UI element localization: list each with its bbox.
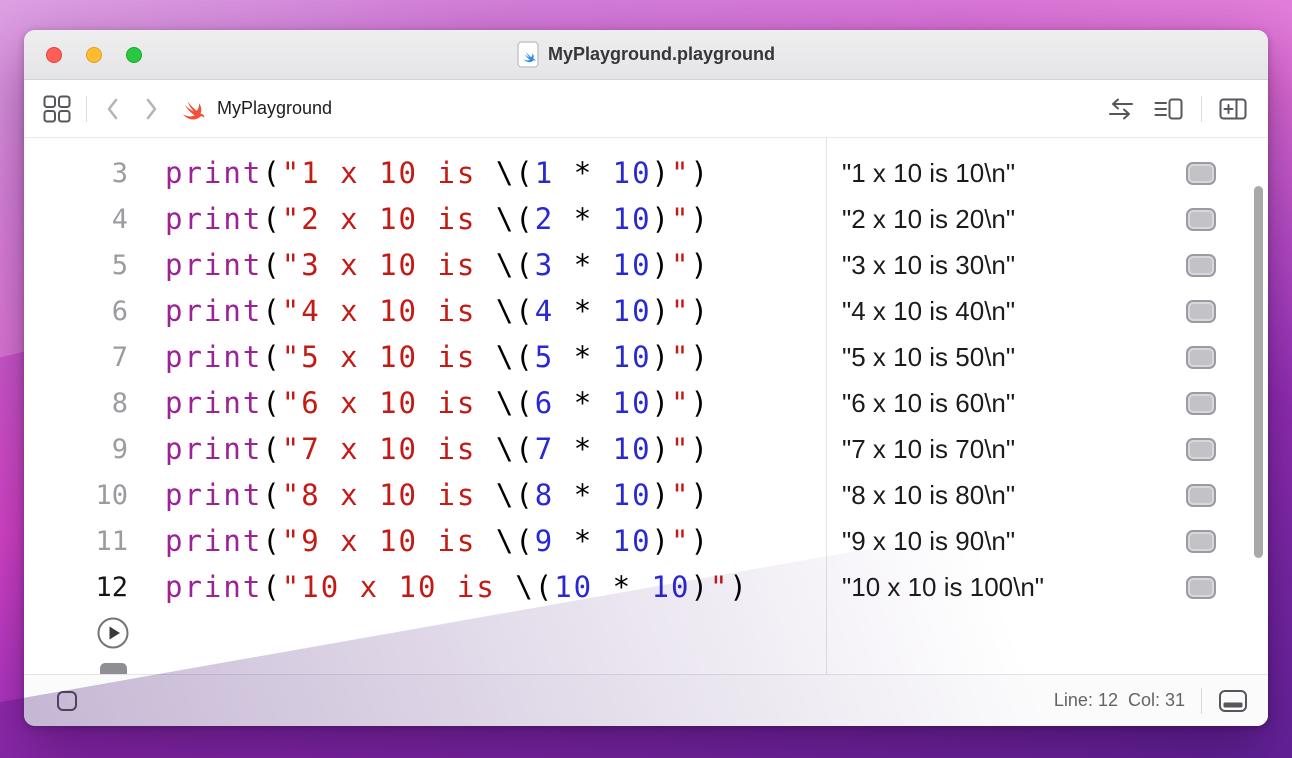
line-number: 12: [24, 572, 128, 603]
result-text: "1 x 10 is 10\n": [842, 158, 1015, 189]
result-row: "1 x 10 is 10\n": [827, 150, 1268, 196]
result-text: "6 x 10 is 60\n": [842, 388, 1015, 419]
result-row: "6 x 10 is 60\n": [827, 380, 1268, 426]
result-row: "9 x 10 is 90\n": [827, 518, 1268, 564]
inline-result-button[interactable]: [1186, 208, 1216, 231]
playground-window: MyPlayground.playground: [24, 30, 1268, 726]
vertical-scrollbar-thumb[interactable]: [1254, 186, 1263, 558]
result-text: "5 x 10 is 50\n": [842, 342, 1015, 373]
result-row: "3 x 10 is 30\n": [827, 242, 1268, 288]
line-number: 7: [24, 342, 128, 373]
toolbar-left-group: MyPlayground: [42, 94, 346, 124]
result-row: "10 x 10 is 100\n": [827, 564, 1268, 610]
statusbar-separator: [1201, 688, 1202, 714]
titlebar: MyPlayground.playground: [24, 30, 1268, 80]
editor-options-icon[interactable]: [1153, 96, 1185, 122]
result-text: "3 x 10 is 30\n": [842, 250, 1015, 281]
toolbar-right-group: [1089, 96, 1248, 122]
code-text: print("5 x 10 is \(5 * 10)"): [165, 340, 710, 374]
inline-result-button[interactable]: [1186, 162, 1216, 185]
code-line[interactable]: 3 print("1 x 10 is \(1 * 10)"): [24, 150, 826, 196]
statusbar: Line: 12 Col: 31: [24, 674, 1268, 726]
code-text: print("2 x 10 is \(2 * 10)"): [165, 202, 710, 236]
minimize-button[interactable]: [86, 47, 102, 63]
code-line[interactable]: 10 print("8 x 10 is \(8 * 10)"): [24, 472, 826, 518]
code-pane[interactable]: 3 print("1 x 10 is \(1 * 10)") 4 print("2 x…: [24, 138, 826, 674]
code-text: print("4 x 10 is \(4 * 10)"): [165, 294, 710, 328]
window-title-text: MyPlayground.playground: [548, 44, 775, 65]
code-line[interactable]: 6 print("4 x 10 is \(4 * 10)"): [24, 288, 826, 334]
code-text: print("8 x 10 is \(8 * 10)"): [165, 478, 710, 512]
result-text: "8 x 10 is 80\n": [842, 480, 1015, 511]
inline-result-button[interactable]: [1186, 392, 1216, 415]
line-number: 10: [24, 480, 128, 511]
line-number: 9: [24, 434, 128, 465]
line-number: 5: [24, 250, 128, 281]
result-row: "7 x 10 is 70\n": [827, 426, 1268, 472]
show-debug-area-icon[interactable]: [1218, 689, 1248, 713]
inline-result-button[interactable]: [1186, 438, 1216, 461]
add-editor-icon[interactable]: [1218, 96, 1248, 122]
code-line[interactable]: 8 print("6 x 10 is \(6 * 10)"): [24, 380, 826, 426]
inline-result-button[interactable]: [1186, 300, 1216, 323]
square-outline-icon[interactable]: [56, 690, 78, 712]
editor-area: 3 print("1 x 10 is \(1 * 10)") 4 print("2 x…: [24, 138, 1268, 674]
code-review-icon[interactable]: [1105, 96, 1137, 122]
window-title: MyPlayground.playground: [24, 41, 1268, 68]
result-rows: "1 x 10 is 10\n" "2 x 10 is 20\n" "3 x 10 …: [827, 150, 1268, 610]
result-text: "4 x 10 is 40\n": [842, 296, 1015, 327]
code-text: print("1 x 10 is \(1 * 10)"): [165, 156, 710, 190]
window-controls: [46, 47, 142, 63]
code-rows: 3 print("1 x 10 is \(1 * 10)") 4 print("2 x…: [24, 150, 826, 610]
line-number: 4: [24, 204, 128, 235]
cursor-position-label: Line: 12 Col: 31: [1054, 690, 1185, 711]
swift-icon: [177, 95, 205, 123]
project-name-label[interactable]: MyPlayground: [217, 98, 332, 119]
inline-result-button[interactable]: [1186, 254, 1216, 277]
result-text: "7 x 10 is 70\n": [842, 434, 1015, 465]
code-line[interactable]: 12 print("10 x 10 is \(10 * 10)"): [24, 564, 826, 610]
result-row: "8 x 10 is 80\n": [827, 472, 1268, 518]
forward-chevron-icon[interactable]: [139, 95, 163, 123]
code-line[interactable]: 5 print("3 x 10 is \(3 * 10)"): [24, 242, 826, 288]
inline-result-button[interactable]: [1186, 530, 1216, 553]
grid-icon[interactable]: [42, 94, 72, 124]
line-number: 8: [24, 388, 128, 419]
line-number: 3: [24, 158, 128, 189]
result-row: "4 x 10 is 40\n": [827, 288, 1268, 334]
toolbar: MyPlayground: [24, 80, 1268, 138]
code-line[interactable]: 11 print("9 x 10 is \(9 * 10)"): [24, 518, 826, 564]
zoom-button[interactable]: [126, 47, 142, 63]
result-row: "5 x 10 is 50\n": [827, 334, 1268, 380]
result-text: "10 x 10 is 100\n": [842, 572, 1044, 603]
line-number: 11: [24, 526, 128, 557]
toolbar-separator: [1201, 96, 1202, 122]
close-button[interactable]: [46, 47, 62, 63]
code-text: print("6 x 10 is \(6 * 10)"): [165, 386, 710, 420]
play-icon: [96, 616, 130, 650]
back-chevron-icon[interactable]: [101, 95, 125, 123]
inline-result-button[interactable]: [1186, 346, 1216, 369]
partially-visible-element: [100, 663, 127, 674]
inline-result-button[interactable]: [1186, 576, 1216, 599]
desktop-wallpaper: MyPlayground.playground: [0, 0, 1292, 758]
code-text: print("7 x 10 is \(7 * 10)"): [165, 432, 710, 466]
run-button[interactable]: [96, 616, 130, 650]
line-number: 6: [24, 296, 128, 327]
playground-document-icon: [517, 41, 539, 68]
code-line[interactable]: 4 print("2 x 10 is \(2 * 10)"): [24, 196, 826, 242]
result-text: "9 x 10 is 90\n": [842, 526, 1015, 557]
result-text: "2 x 10 is 20\n": [842, 204, 1015, 235]
code-line[interactable]: 9 print("7 x 10 is \(7 * 10)"): [24, 426, 826, 472]
results-pane: "1 x 10 is 10\n" "2 x 10 is 20\n" "3 x 10 …: [826, 138, 1268, 674]
code-text: print("3 x 10 is \(3 * 10)"): [165, 248, 710, 282]
code-line[interactable]: 7 print("5 x 10 is \(5 * 10)"): [24, 334, 826, 380]
result-row: "2 x 10 is 20\n": [827, 196, 1268, 242]
toolbar-separator: [86, 96, 87, 122]
inline-result-button[interactable]: [1186, 484, 1216, 507]
code-text: print("10 x 10 is \(10 * 10)"): [165, 570, 749, 604]
code-text: print("9 x 10 is \(9 * 10)"): [165, 524, 710, 558]
